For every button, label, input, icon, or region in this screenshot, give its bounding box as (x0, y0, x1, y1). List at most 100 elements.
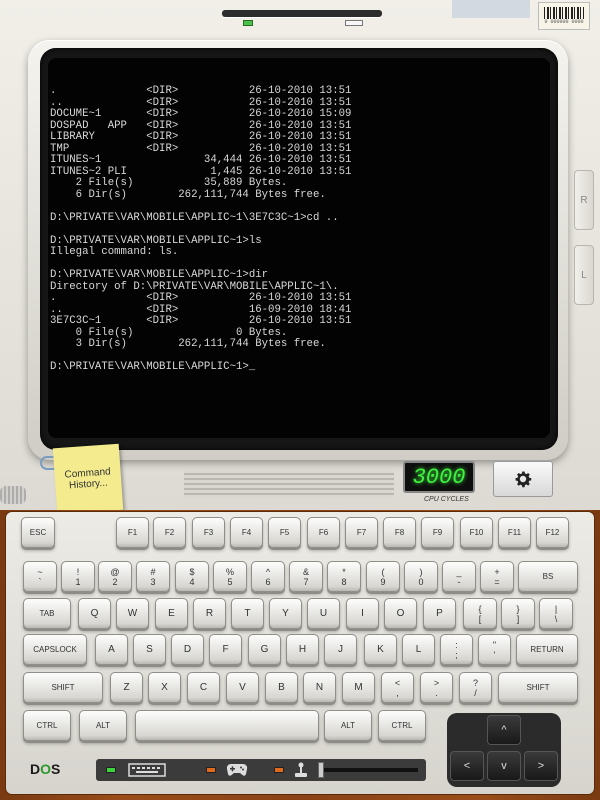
key-q[interactable]: Q (78, 598, 111, 629)
key-punct-1[interactable]: " ' (478, 634, 511, 665)
command-history-button[interactable]: Command History... (52, 443, 124, 515)
key-p[interactable]: P (423, 598, 456, 629)
key-m[interactable]: M (342, 672, 375, 703)
key-0[interactable]: ) 0 (404, 561, 438, 592)
key-n[interactable]: N (303, 672, 336, 703)
key-v[interactable]: V (226, 672, 259, 703)
f11-key[interactable]: F11 (498, 517, 531, 548)
f10-key[interactable]: F10 (460, 517, 493, 548)
left-mouse-button[interactable]: L (574, 245, 594, 305)
terminal-line: 2 File(s) 35,889 Bytes. (50, 177, 288, 189)
key-s[interactable]: S (133, 634, 166, 665)
right-shift-key[interactable]: SHIFT (498, 672, 578, 703)
key-legend: _ (456, 566, 462, 577)
f2-key[interactable]: F2 (153, 517, 186, 548)
return-key[interactable]: RETURN (516, 634, 578, 665)
slider-thumb[interactable] (318, 762, 324, 778)
key-sym-1[interactable]: >. (420, 672, 453, 703)
key-z[interactable]: Z (110, 672, 143, 703)
eject-button[interactable] (345, 20, 363, 26)
key-legend: 8 (341, 576, 347, 587)
gamepad-icon[interactable] (226, 762, 248, 778)
key-d[interactable]: D (171, 634, 204, 665)
key-t[interactable]: T (231, 598, 264, 629)
key-legend: BS (542, 571, 554, 581)
key-legend: X (161, 681, 168, 693)
arrow-down-key[interactable]: v (487, 751, 521, 781)
joystick-icon[interactable] (294, 762, 308, 778)
right-ctrl-key[interactable]: CTRL (378, 710, 426, 741)
key-u[interactable]: U (307, 598, 340, 629)
cpu-cycles-display[interactable]: 3000 (403, 461, 475, 493)
key-7[interactable]: & 7 (289, 561, 323, 592)
arrow-right-key[interactable]: > (524, 751, 558, 781)
key-x[interactable]: X (148, 672, 181, 703)
f6-key[interactable]: F6 (307, 517, 340, 548)
key-o[interactable]: O (384, 598, 417, 629)
esc-key[interactable]: ESC (21, 517, 55, 548)
key-1[interactable]: ! 1 (61, 561, 95, 592)
key-`[interactable]: ~ ` (23, 561, 57, 592)
key-8[interactable]: * 8 (327, 561, 361, 592)
vents (184, 470, 394, 498)
keyboard-icon[interactable] (128, 762, 166, 778)
key-l[interactable]: L (402, 634, 435, 665)
key-3[interactable]: #3 (136, 561, 170, 592)
key-e[interactable]: E (155, 598, 188, 629)
key-r[interactable]: R (193, 598, 226, 629)
key-sym-2[interactable]: ? / (459, 672, 492, 703)
key-legend: F (222, 643, 229, 655)
f5-key[interactable]: F5 (268, 517, 301, 548)
key-punct-0[interactable]: :; (440, 634, 473, 665)
key-a[interactable]: A (95, 634, 128, 665)
capslock-key[interactable]: CAPSLOCK (23, 634, 87, 665)
key-bracket-2[interactable]: | \ (539, 598, 573, 629)
mouse-speed-slider[interactable] (318, 768, 418, 772)
backspace-key[interactable]: BS (518, 561, 578, 592)
key-legend: $ (189, 566, 195, 577)
key-bracket-0[interactable]: {[ (463, 598, 497, 629)
key-=[interactable]: + = (480, 561, 514, 592)
key-sym-0[interactable]: <, (381, 672, 414, 703)
f9-key[interactable]: F9 (421, 517, 454, 548)
key-g[interactable]: G (248, 634, 281, 665)
f7-key[interactable]: F7 (345, 517, 378, 548)
key--[interactable]: _ - (442, 561, 476, 592)
f8-key[interactable]: F8 (383, 517, 416, 548)
f1-key[interactable]: F1 (116, 517, 149, 548)
key-j[interactable]: J (324, 634, 357, 665)
f3-key[interactable]: F3 (192, 517, 225, 548)
key-h[interactable]: H (286, 634, 319, 665)
dos-screen[interactable]: . <DIR> 26-10-2010 13:51.. <DIR> 26-10-2… (48, 58, 550, 438)
right-mouse-button[interactable]: R (574, 170, 594, 230)
right-alt-key[interactable]: ALT (324, 710, 372, 741)
key-b[interactable]: B (265, 672, 298, 703)
key-5[interactable]: % 5 (213, 561, 247, 592)
left-shift-key[interactable]: SHIFT (23, 672, 103, 703)
key-c[interactable]: C (187, 672, 220, 703)
gamepad-mode-led (206, 767, 216, 773)
disk-slot (222, 10, 382, 17)
arrow-up-key[interactable]: ^ (487, 715, 521, 745)
space-key[interactable] (135, 710, 319, 741)
key-f[interactable]: F (209, 634, 242, 665)
arrow-left-key[interactable]: < (450, 751, 484, 781)
f4-key[interactable]: F4 (230, 517, 263, 548)
key-bracket-1[interactable]: }] (501, 598, 535, 629)
key-legend: " (492, 639, 497, 650)
key-w[interactable]: W (116, 598, 149, 629)
key-k[interactable]: K (364, 634, 397, 665)
key-y[interactable]: Y (269, 598, 302, 629)
f12-key[interactable]: F12 (536, 517, 569, 548)
key-i[interactable]: I (346, 598, 379, 629)
tab-key[interactable]: TAB (23, 598, 71, 629)
key-legend: M (354, 681, 363, 693)
key-2[interactable]: @2 (98, 561, 132, 592)
key-6[interactable]: ^ 6 (251, 561, 285, 592)
key-9[interactable]: (9 (366, 561, 400, 592)
left-alt-key[interactable]: ALT (79, 710, 127, 741)
key-4[interactable]: $4 (175, 561, 209, 592)
settings-button[interactable] (493, 461, 553, 497)
left-ctrl-key[interactable]: CTRL (23, 710, 71, 741)
